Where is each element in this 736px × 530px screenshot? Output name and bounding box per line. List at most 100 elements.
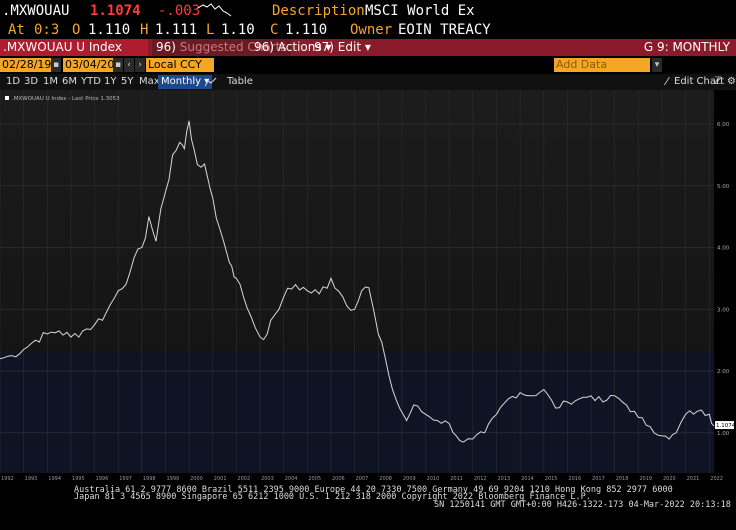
next-period-icon[interactable]: › xyxy=(135,58,145,72)
close-label: C xyxy=(270,22,279,38)
edit-chart-icon[interactable]: ⁄ xyxy=(666,74,668,90)
description-label: Description xyxy=(272,3,365,19)
suggested-charts-number: 96) xyxy=(156,40,176,54)
x-tick-label: 1997 xyxy=(119,476,132,480)
x-tick-label: 2008 xyxy=(379,476,392,480)
x-tick-label: 2022 xyxy=(710,476,723,480)
period-6m[interactable]: 6M xyxy=(62,74,77,90)
owner-label: Owner xyxy=(350,22,393,38)
x-tick-label: 2010 xyxy=(427,476,440,480)
ohlc-row: At 0:3 O 1.110 H 1.111 L 1.10 C 1.110 Ow… xyxy=(0,21,736,39)
line-chart-icon[interactable] xyxy=(205,77,217,87)
calendar-end-icon[interactable]: ▪ xyxy=(113,58,123,72)
ticker-symbol[interactable]: .MXWOUAU xyxy=(2,2,69,20)
edit-number: 97) xyxy=(314,40,334,54)
x-tick-label: 2020 xyxy=(663,476,676,480)
x-tick-label: 2003 xyxy=(261,476,274,480)
x-tick-label: 2014 xyxy=(521,476,534,480)
x-tick-label: 2009 xyxy=(403,476,416,480)
x-tick-label: 2017 xyxy=(592,476,605,480)
x-tick-label: 2002 xyxy=(237,476,250,480)
x-tick-label: 2007 xyxy=(356,476,369,480)
period-ytd[interactable]: YTD xyxy=(81,74,101,90)
x-axis: 1992 1993 1994 1995 1996 1997 1998 1999 2000 2001… xyxy=(1,476,723,480)
add-data-dropdown-icon[interactable]: ▾ xyxy=(652,58,662,72)
last-price-label: 1.1074 xyxy=(715,421,736,430)
chart-id: G 9: MONTHLY xyxy=(643,40,730,54)
x-tick-label: 2016 xyxy=(568,476,581,480)
period-1y[interactable]: 1Y xyxy=(104,74,116,90)
shaded-band xyxy=(0,352,714,473)
period-3d[interactable]: 3D xyxy=(24,74,38,90)
end-date-field[interactable]: 03/04/2022 xyxy=(63,58,128,72)
start-date-field[interactable]: 02/28/1992 xyxy=(0,58,65,72)
x-tick-label: 1996 xyxy=(96,476,109,480)
x-tick-label: 2005 xyxy=(308,476,321,480)
last-price: 1.1074 xyxy=(90,3,141,19)
edit-label: Edit ▾ xyxy=(337,40,371,54)
price-change: -.003 xyxy=(158,3,201,19)
y-tick-label: 4.00 xyxy=(717,246,730,252)
at-value: 0:3 xyxy=(34,22,60,38)
low-label: L xyxy=(206,22,215,38)
y-tick-label: 6.00 xyxy=(717,122,730,128)
x-tick-label: 1995 xyxy=(72,476,85,480)
period-5y[interactable]: 5Y xyxy=(121,74,133,90)
x-tick-label: 2000 xyxy=(190,476,203,480)
period-1m[interactable]: 1M xyxy=(43,74,58,90)
x-tick-label: 2001 xyxy=(214,476,227,480)
legend-swatch xyxy=(5,96,9,100)
y-tick-label: 3.00 xyxy=(717,307,730,313)
open-value: 1.110 xyxy=(88,22,131,38)
x-tick-label: 2006 xyxy=(332,476,345,480)
x-tick-label: 2021 xyxy=(687,476,700,480)
zoom-icon[interactable]: ℤ xyxy=(714,74,721,90)
y-axis: 1.00 2.00 3.00 4.00 5.00 6.00 xyxy=(717,122,730,437)
legend: .MXWOUAU U Index - Last Price 1.3053 xyxy=(5,96,120,102)
open-label: O xyxy=(72,22,81,38)
quote-header: .MXWOUAU 1.1074 -.003 Description MSCI W… xyxy=(0,2,736,20)
settings-icon[interactable]: ⚙ xyxy=(727,74,736,90)
owner-value: EOIN TREACY xyxy=(398,22,491,38)
x-tick-label: 2013 xyxy=(497,476,510,480)
x-tick-label: 1992 xyxy=(1,476,14,480)
add-data-input[interactable]: Add Data xyxy=(554,58,650,72)
footer-line-3: SN 1250141 GMT GMT+0:00 H426-1322-173 04… xyxy=(434,500,731,510)
x-tick-label: 1999 xyxy=(166,476,179,480)
low-value: 1.10 xyxy=(221,22,255,38)
x-tick-label: 2015 xyxy=(545,476,558,480)
chart-toolbar: 1D 3D 1M 6M YTD 1Y 5Y Max Monthly ▾ Tabl… xyxy=(0,74,736,90)
x-tick-label: 2011 xyxy=(450,476,463,480)
prev-period-icon[interactable]: ‹ xyxy=(124,58,134,72)
edit-menu[interactable]: 97) Edit ▾ xyxy=(310,39,375,56)
x-tick-label: 2018 xyxy=(616,476,629,480)
date-range-row: 02/28/1992 ▪ 03/04/2022 ▪ ‹ › Local CCY … xyxy=(0,57,736,73)
x-tick-label: 1998 xyxy=(143,476,156,480)
security-field[interactable]: .MXWOUAU U Index xyxy=(0,39,148,56)
calendar-start-icon[interactable]: ▪ xyxy=(51,58,61,72)
legend-text: .MXWOUAU U Index - Last Price 1.3053 xyxy=(12,96,120,102)
footer: Australia 61 2 9777 8600 Brazil 5511 239… xyxy=(0,486,736,530)
description-value: MSCI World Ex xyxy=(365,3,475,19)
x-tick-label: 2004 xyxy=(285,476,298,480)
price-chart[interactable]: 1.002.003.004.005.006.00 1992 1993 1994 199… xyxy=(0,90,736,480)
y-tick-label: 2.00 xyxy=(717,369,730,375)
svg-text:1.1074: 1.1074 xyxy=(716,423,736,429)
x-tick-label: 2019 xyxy=(639,476,652,480)
y-tick-label: 1.00 xyxy=(717,431,730,437)
x-tick-label: 1993 xyxy=(25,476,38,480)
actions-number: 96) xyxy=(254,40,274,54)
high-label: H xyxy=(140,22,149,38)
period-max[interactable]: Max xyxy=(139,74,160,90)
high-value: 1.111 xyxy=(155,22,198,38)
x-tick-label: 2012 xyxy=(474,476,487,480)
x-tick-label: 1994 xyxy=(48,476,61,480)
table-button[interactable]: Table xyxy=(227,74,253,90)
y-tick-label: 5.00 xyxy=(717,184,730,190)
sparkline-icon xyxy=(198,3,232,17)
function-bar: .MXWOUAU U Index 96) Suggested Charts 96… xyxy=(0,39,736,56)
period-1d[interactable]: 1D xyxy=(6,74,20,90)
at-label: At xyxy=(8,22,25,38)
close-value: 1.110 xyxy=(285,22,328,38)
currency-select[interactable]: Local CCY xyxy=(146,58,214,72)
